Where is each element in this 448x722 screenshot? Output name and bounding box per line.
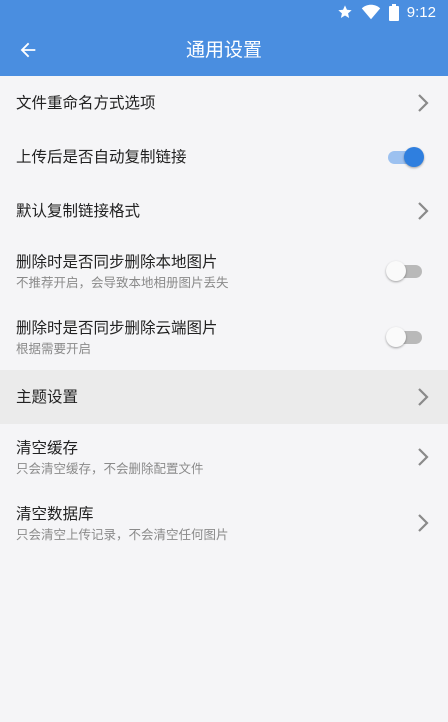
setting-delete-local-image[interactable]: 删除时是否同步删除本地图片 不推荐开启，会导致本地相册图片丢失 bbox=[0, 238, 448, 304]
setting-subtitle: 只会清空缓存，不会删除配置文件 bbox=[16, 460, 204, 476]
star-icon bbox=[338, 5, 352, 18]
auto-copy-link-toggle[interactable] bbox=[386, 146, 424, 168]
delete-local-image-toggle[interactable] bbox=[386, 260, 424, 282]
chevron-right-icon bbox=[418, 514, 429, 532]
battery-icon bbox=[388, 3, 399, 21]
toggle-thumb bbox=[386, 327, 406, 347]
setting-title: 删除时是否同步删除云端图片 bbox=[16, 318, 218, 337]
wifi-icon bbox=[361, 4, 380, 20]
setting-subtitle: 根据需要开启 bbox=[16, 340, 92, 356]
status-time: 9:12 bbox=[406, 3, 436, 21]
chevron-right-icon bbox=[418, 94, 429, 112]
setting-theme[interactable]: 主题设置 bbox=[0, 370, 448, 424]
arrow-left-icon bbox=[20, 42, 36, 58]
settings-list: 文件重命名方式选项 上传后是否自动复制链接 默认复制链接格式 删除时是否同步删除… bbox=[0, 76, 448, 556]
setting-clear-cache[interactable]: 清空缓存 只会清空缓存，不会删除配置文件 bbox=[0, 424, 448, 490]
setting-title: 文件重命名方式选项 bbox=[16, 94, 156, 112]
chevron-right-icon bbox=[418, 202, 429, 220]
delete-cloud-image-toggle[interactable] bbox=[386, 326, 424, 348]
setting-rename-option[interactable]: 文件重命名方式选项 bbox=[0, 76, 448, 130]
chevron-right-icon bbox=[418, 388, 429, 406]
setting-clear-database[interactable]: 清空数据库 只会清空上传记录，不会清空任何图片 bbox=[0, 490, 448, 556]
setting-title: 清空缓存 bbox=[16, 438, 79, 457]
back-button[interactable] bbox=[10, 32, 46, 68]
toggle-thumb bbox=[386, 261, 406, 281]
setting-title: 上传后是否自动复制链接 bbox=[16, 148, 187, 166]
status-bar: 9:12 bbox=[0, 0, 448, 24]
setting-subtitle: 只会清空上传记录，不会清空任何图片 bbox=[16, 526, 229, 542]
setting-title: 默认复制链接格式 bbox=[16, 202, 141, 220]
app-bar: 通用设置 bbox=[0, 24, 448, 76]
setting-delete-cloud-image[interactable]: 删除时是否同步删除云端图片 根据需要开启 bbox=[0, 304, 448, 370]
toggle-thumb bbox=[404, 147, 424, 167]
setting-title: 主题设置 bbox=[16, 388, 79, 406]
page-title: 通用设置 bbox=[185, 39, 262, 61]
chevron-right-icon bbox=[418, 448, 429, 466]
status-icons: 9:12 bbox=[337, 0, 436, 24]
setting-title: 删除时是否同步删除本地图片 bbox=[16, 252, 218, 271]
setting-default-link-format[interactable]: 默认复制链接格式 bbox=[0, 184, 448, 238]
setting-subtitle: 不推荐开启，会导致本地相册图片丢失 bbox=[16, 274, 229, 290]
setting-title: 清空数据库 bbox=[16, 504, 94, 523]
setting-auto-copy-link[interactable]: 上传后是否自动复制链接 bbox=[0, 130, 448, 184]
